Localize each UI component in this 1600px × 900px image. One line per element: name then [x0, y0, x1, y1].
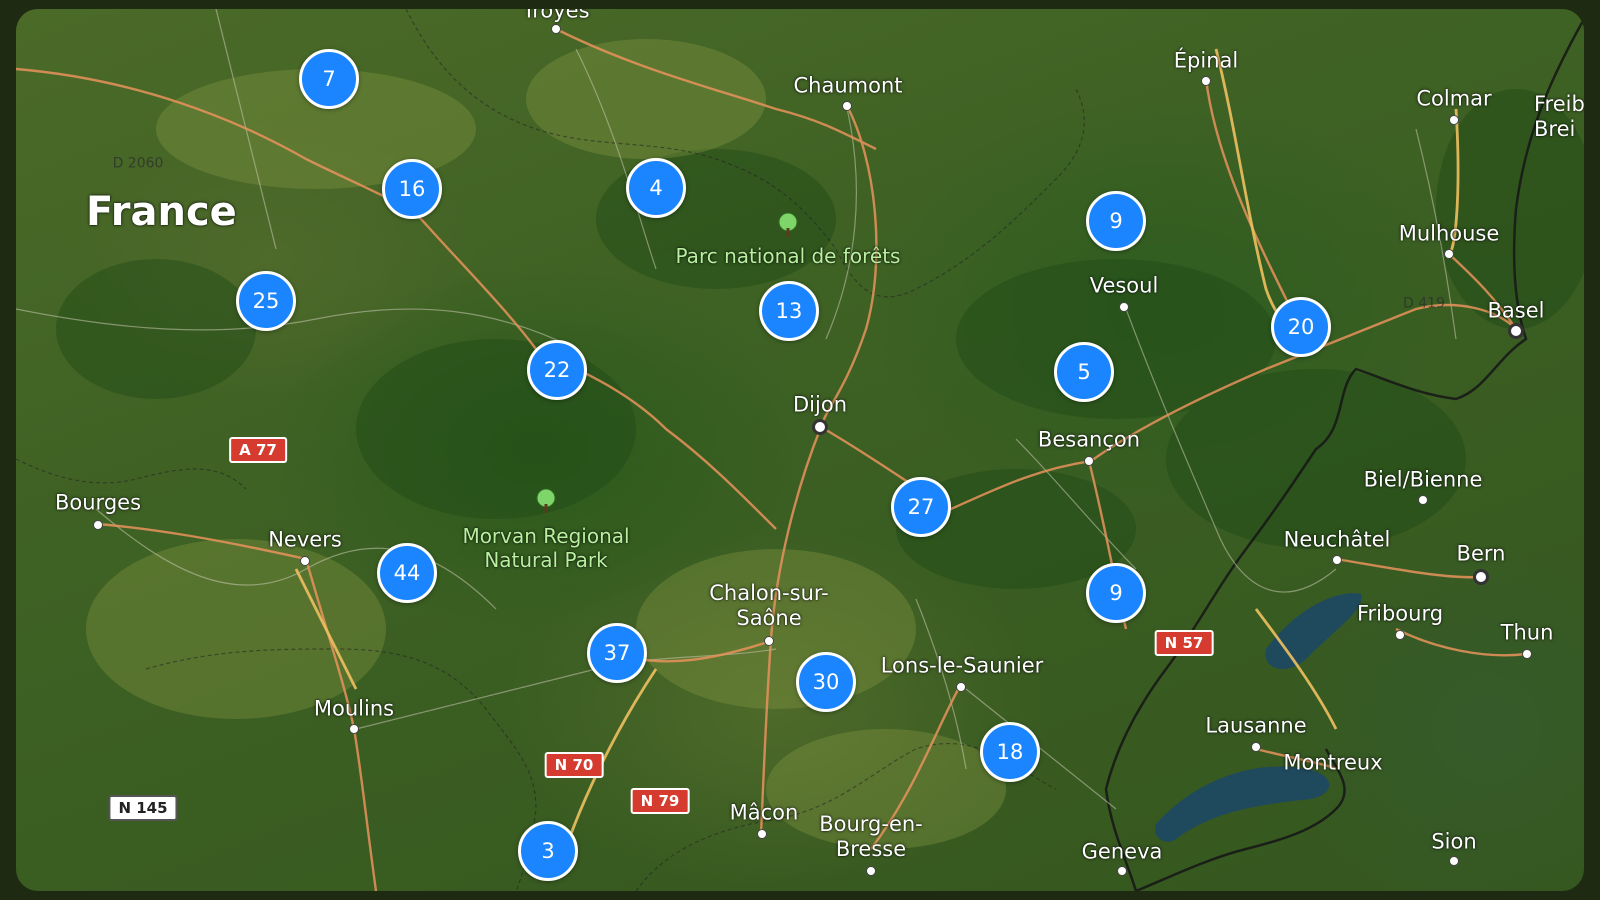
cluster-marker[interactable]: 4 [626, 158, 686, 218]
city-label-lons: Lons-le-Saunier [880, 653, 1044, 678]
city-dot-biel [1418, 495, 1428, 505]
cluster-marker[interactable]: 5 [1054, 342, 1114, 402]
road-shield-n70: N 70 [544, 752, 604, 778]
cluster-marker[interactable]: 9 [1086, 191, 1146, 251]
city-label-colmar: Colmar [1416, 86, 1492, 111]
city-dot-chalon [764, 636, 774, 646]
city-label-moulins: Moulins [313, 696, 395, 721]
city-dot-neuchatel [1332, 555, 1342, 565]
city-dot-basel [1508, 323, 1524, 339]
city-dot-lausanne [1251, 742, 1261, 752]
cluster-marker[interactable]: 30 [796, 652, 856, 712]
city-label-mulhouse: Mulhouse [1398, 221, 1500, 246]
city-label-montreux: Montreux [1283, 750, 1383, 775]
city-dot-chaumont [842, 101, 852, 111]
city-dot-mulhouse [1444, 249, 1454, 259]
city-label-neuchatel: Neuchâtel [1283, 527, 1391, 552]
road-shield-n145: N 145 [108, 795, 178, 821]
road-label-d419: D 419 [1403, 295, 1445, 312]
city-label-lausanne: Lausanne [1205, 713, 1307, 738]
city-label-chaumont: Chaumont [793, 73, 903, 98]
road-label-d2060: D 2060 [112, 155, 164, 172]
city-dot-thun [1522, 649, 1532, 659]
city-dot-besancon [1084, 456, 1094, 466]
park-tree-icon [536, 488, 556, 513]
cluster-marker[interactable]: 27 [891, 477, 951, 537]
city-dot-fribourg [1395, 630, 1405, 640]
cluster-marker[interactable]: 9 [1086, 563, 1146, 623]
city-label-bern: Bern [1456, 541, 1506, 566]
city-dot-colmar [1449, 115, 1459, 125]
city-label-biel: Biel/Bienne [1363, 467, 1483, 492]
city-label-geneva: Geneva [1081, 839, 1163, 864]
map-canvas[interactable]: France Troyes Chaumont Épinal Colmar Fre… [16, 9, 1584, 891]
city-dot-lons [956, 682, 966, 692]
city-dot-vesoul [1119, 302, 1129, 312]
cluster-marker[interactable]: 7 [299, 49, 359, 109]
cluster-marker[interactable]: 16 [382, 159, 442, 219]
city-label-basel: Basel [1487, 298, 1545, 323]
city-dot-nevers [300, 556, 310, 566]
city-dot-geneva [1117, 866, 1127, 876]
city-label-nevers: Nevers [268, 527, 342, 552]
city-label-sion: Sion [1431, 829, 1477, 854]
city-label-macon: Mâcon [729, 800, 799, 825]
cluster-marker[interactable]: 3 [518, 821, 578, 881]
road-shield-n79: N 79 [630, 788, 690, 814]
city-dot-moulins [349, 724, 359, 734]
road-shield-n57: N 57 [1154, 630, 1214, 656]
city-dot-bern [1473, 569, 1489, 585]
country-label: France [86, 189, 237, 235]
cluster-marker[interactable]: 37 [587, 623, 647, 683]
park-label-forets: Parc national de forêts [675, 244, 901, 268]
cluster-marker[interactable]: 22 [527, 340, 587, 400]
city-label-dijon: Dijon [793, 392, 847, 417]
city-label-epinal: Épinal [1173, 48, 1239, 73]
city-label-bourges: Bourges [54, 490, 142, 515]
city-label-besancon: Besançon [1037, 427, 1141, 452]
city-dot-bourg [866, 866, 876, 876]
cluster-marker[interactable]: 25 [236, 271, 296, 331]
city-dot-dijon [812, 419, 828, 435]
city-dot-epinal [1201, 76, 1211, 86]
city-label-chalon: Chalon-sur-Saône [709, 580, 829, 630]
city-label-troyes: Troyes [522, 9, 590, 23]
park-tree-icon [778, 212, 798, 237]
city-label-freiburg: Freib Brei [1534, 91, 1584, 141]
city-label-vesoul: Vesoul [1089, 273, 1159, 298]
city-label-bourg: Bourg-en-Bresse [819, 811, 923, 861]
city-dot-bourges [93, 520, 103, 530]
city-dot-macon [757, 829, 767, 839]
cluster-marker[interactable]: 20 [1271, 297, 1331, 357]
cluster-marker[interactable]: 18 [980, 722, 1040, 782]
road-shield-a77: A 77 [229, 437, 287, 463]
park-label-morvan: Morvan Regional Natural Park [462, 524, 630, 572]
city-dot-troyes [551, 24, 561, 34]
city-label-thun: Thun [1500, 620, 1554, 645]
cluster-marker[interactable]: 13 [759, 281, 819, 341]
cluster-marker[interactable]: 44 [377, 543, 437, 603]
city-label-fribourg: Fribourg [1356, 601, 1444, 626]
city-dot-sion [1449, 856, 1459, 866]
